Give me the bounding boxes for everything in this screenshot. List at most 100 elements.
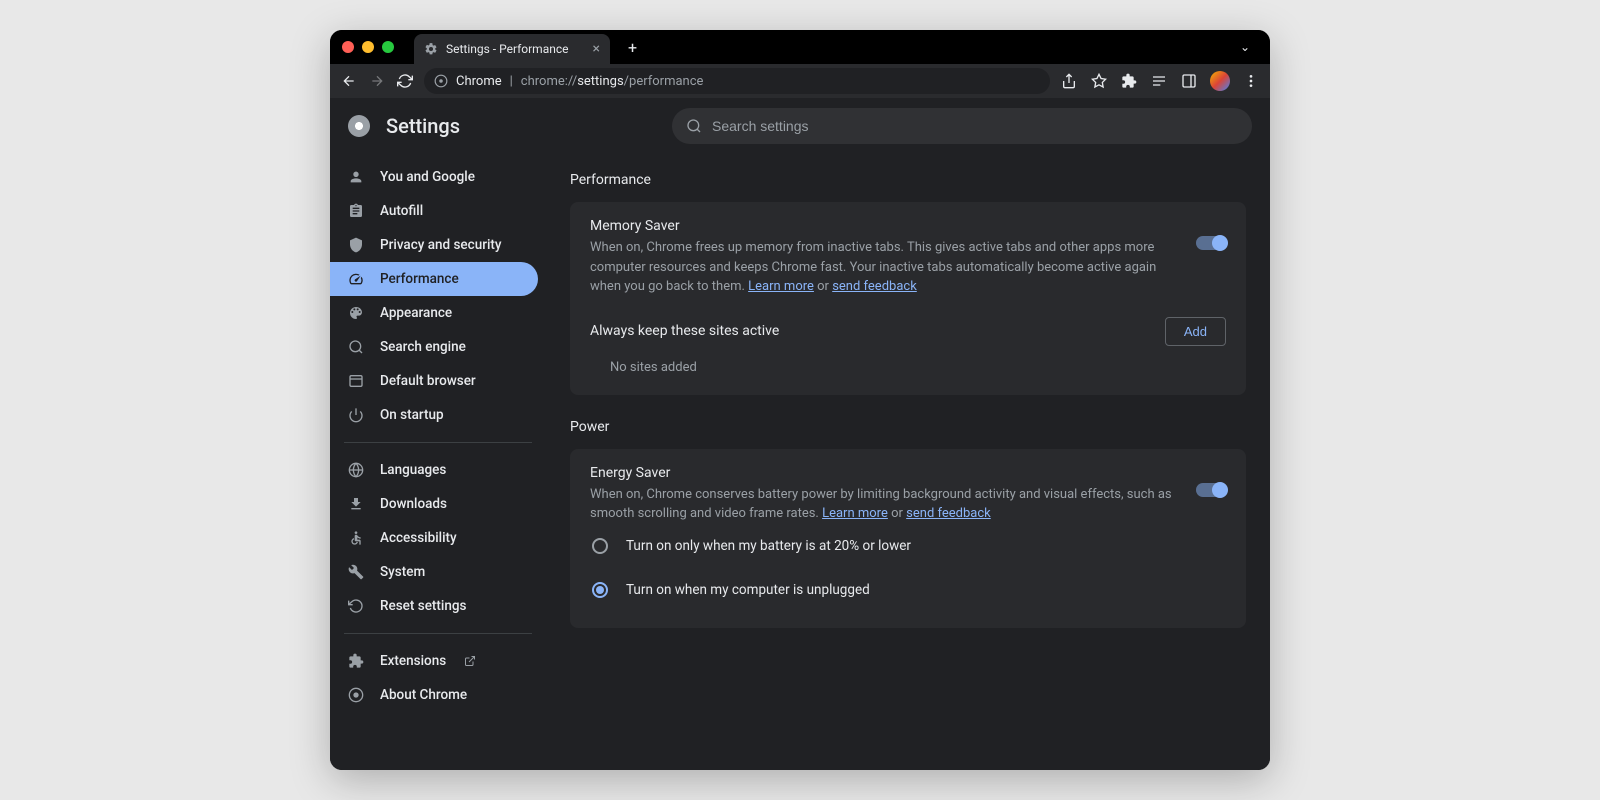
extensions-icon[interactable] xyxy=(1120,72,1138,90)
clipboard-icon xyxy=(348,203,366,219)
sidebar-item-label: You and Google xyxy=(380,169,475,185)
reset-icon xyxy=(348,598,366,614)
radio-unplugged[interactable]: Turn on when my computer is unplugged xyxy=(590,568,1226,612)
shield-icon xyxy=(348,237,366,253)
minimize-window-button[interactable] xyxy=(362,41,374,53)
menu-icon[interactable] xyxy=(1242,72,1260,90)
energy-saver-title: Energy Saver xyxy=(590,465,1176,481)
side-panel-icon[interactable] xyxy=(1180,72,1198,90)
palette-icon xyxy=(348,305,366,321)
sidebar-item-label: On startup xyxy=(380,407,444,423)
sidebar-separator xyxy=(344,633,532,634)
section-title-performance: Performance xyxy=(570,172,1246,188)
browser-icon xyxy=(348,373,366,389)
browser-tab[interactable]: Settings - Performance × xyxy=(414,34,610,64)
radio-icon xyxy=(592,582,608,598)
window-controls xyxy=(342,41,394,53)
search-settings[interactable] xyxy=(672,108,1252,144)
bookmark-icon[interactable] xyxy=(1090,72,1108,90)
sidebar-item-system[interactable]: System xyxy=(330,555,538,589)
settings-header: Settings xyxy=(330,98,1270,154)
sidebar-item-reset[interactable]: Reset settings xyxy=(330,589,538,623)
add-site-button[interactable]: Add xyxy=(1165,317,1226,346)
always-active-title: Always keep these sites active xyxy=(590,323,779,339)
tab-title: Settings - Performance xyxy=(446,42,569,56)
reading-list-icon[interactable] xyxy=(1150,72,1168,90)
settings-main: Performance Memory Saver When on, Chrome… xyxy=(546,154,1270,770)
search-input[interactable] xyxy=(712,118,1238,134)
settings-sidebar: You and Google Autofill Privacy and secu… xyxy=(330,154,546,770)
close-window-button[interactable] xyxy=(342,41,354,53)
sidebar-item-extensions[interactable]: Extensions xyxy=(330,644,538,678)
sidebar-item-label: Autofill xyxy=(380,203,423,219)
memory-saver-title: Memory Saver xyxy=(590,218,1176,234)
external-link-icon xyxy=(464,655,476,667)
sidebar-item-label: Privacy and security xyxy=(380,237,502,253)
sidebar-separator xyxy=(344,442,532,443)
sidebar-item-search-engine[interactable]: Search engine xyxy=(330,330,538,364)
sidebar-item-label: Reset settings xyxy=(380,598,466,614)
sidebar-item-autofill[interactable]: Autofill xyxy=(330,194,538,228)
wrench-icon xyxy=(348,564,366,580)
sidebar-item-you-and-google[interactable]: You and Google xyxy=(330,160,538,194)
chrome-logo-icon xyxy=(348,115,370,137)
new-tab-button[interactable]: + xyxy=(618,38,647,57)
gear-icon xyxy=(424,42,438,56)
chrome-icon xyxy=(348,687,366,703)
energy-saver-card: Energy Saver When on, Chrome conserves b… xyxy=(570,449,1246,628)
speed-icon xyxy=(348,271,366,287)
send-feedback-link[interactable]: send feedback xyxy=(832,279,917,294)
browser-window: Settings - Performance × + ⌄ Chrome | ch… xyxy=(330,30,1270,770)
back-button[interactable] xyxy=(340,72,358,90)
section-title-power: Power xyxy=(570,419,1246,435)
sidebar-item-label: Downloads xyxy=(380,496,447,512)
person-icon xyxy=(348,169,366,185)
share-icon[interactable] xyxy=(1060,72,1078,90)
close-tab-icon[interactable]: × xyxy=(593,41,600,57)
browser-toolbar: Chrome | chrome://settings/performance xyxy=(330,64,1270,98)
sidebar-item-performance[interactable]: Performance xyxy=(330,262,538,296)
tabs-dropdown-icon[interactable]: ⌄ xyxy=(1232,40,1258,54)
download-icon xyxy=(348,496,366,512)
sidebar-item-label: Performance xyxy=(380,271,459,287)
sidebar-item-privacy[interactable]: Privacy and security xyxy=(330,228,538,262)
settings-page: Settings You and Google Autofill xyxy=(330,98,1270,770)
learn-more-link[interactable]: Learn more xyxy=(748,279,814,294)
search-icon xyxy=(686,118,702,134)
radio-battery-20[interactable]: Turn on only when my battery is at 20% o… xyxy=(590,524,1226,568)
radio-icon xyxy=(592,538,608,554)
maximize-window-button[interactable] xyxy=(382,41,394,53)
sidebar-item-appearance[interactable]: Appearance xyxy=(330,296,538,330)
site-info-icon[interactable] xyxy=(434,74,448,88)
memory-saver-toggle[interactable] xyxy=(1196,236,1226,250)
energy-saver-toggle[interactable] xyxy=(1196,483,1226,497)
titlebar: Settings - Performance × + ⌄ xyxy=(330,30,1270,64)
sidebar-item-label: Languages xyxy=(380,462,446,478)
globe-icon xyxy=(348,462,366,478)
url-label: Chrome xyxy=(456,74,502,89)
send-feedback-link[interactable]: send feedback xyxy=(906,506,991,521)
sidebar-item-downloads[interactable]: Downloads xyxy=(330,487,538,521)
sidebar-item-about[interactable]: About Chrome xyxy=(330,678,538,712)
address-bar[interactable]: Chrome | chrome://settings/performance xyxy=(424,68,1050,94)
sidebar-item-on-startup[interactable]: On startup xyxy=(330,398,538,432)
sidebar-item-label: Search engine xyxy=(380,339,466,355)
sidebar-item-languages[interactable]: Languages xyxy=(330,453,538,487)
memory-saver-card: Memory Saver When on, Chrome frees up me… xyxy=(570,202,1246,395)
toolbar-actions xyxy=(1060,71,1260,91)
sidebar-item-accessibility[interactable]: Accessibility xyxy=(330,521,538,555)
sidebar-item-label: Accessibility xyxy=(380,530,457,546)
power-icon xyxy=(348,407,366,423)
learn-more-link[interactable]: Learn more xyxy=(822,506,888,521)
reload-button[interactable] xyxy=(396,72,414,90)
sidebar-item-label: System xyxy=(380,564,425,580)
profile-avatar[interactable] xyxy=(1210,71,1230,91)
page-title: Settings xyxy=(386,114,460,138)
sidebar-item-label: Appearance xyxy=(380,305,452,321)
puzzle-icon xyxy=(348,653,366,669)
radio-label: Turn on when my computer is unplugged xyxy=(626,582,870,598)
sidebar-item-label: Default browser xyxy=(380,373,476,389)
sidebar-item-default-browser[interactable]: Default browser xyxy=(330,364,538,398)
sidebar-item-label: Extensions xyxy=(380,653,446,669)
forward-button[interactable] xyxy=(368,72,386,90)
